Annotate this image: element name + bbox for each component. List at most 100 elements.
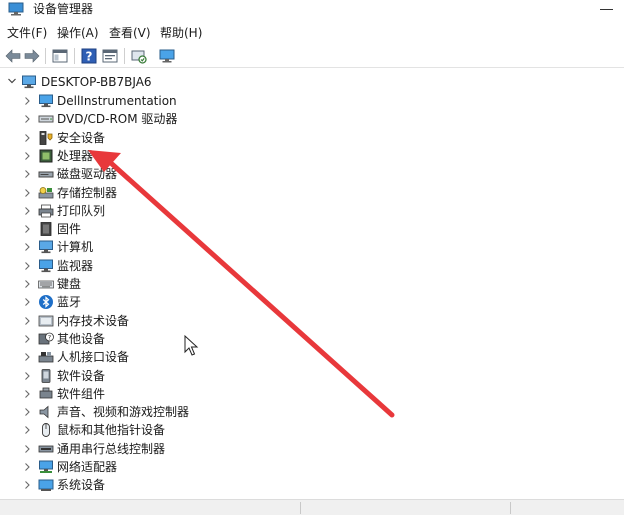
other-device-icon: ? [38,332,54,345]
storage-controller-icon [38,186,54,198]
firmware-icon [40,222,52,236]
dvd-drive-icon [38,115,54,123]
monitor-icon[interactable] [158,47,176,65]
tree-item[interactable]: 人机接口设备 [0,348,300,366]
tree-item[interactable]: 网络适配器 [0,458,300,476]
tree-item-label: 软件组件 [57,386,106,401]
chevron-right-icon[interactable] [22,206,32,216]
status-separator [300,502,301,514]
chevron-right-icon[interactable] [22,151,32,161]
forward-icon[interactable] [23,47,41,65]
tree-item-label: 固件 [57,222,82,237]
chevron-right-icon[interactable] [22,133,32,143]
tree-item[interactable]: 鼠标和其他指针设备 [0,421,300,439]
usb-icon [38,445,54,453]
show-hide-console-tree-icon[interactable] [51,47,69,65]
tree-item[interactable]: DellInstrumentation [0,92,300,110]
tree-item[interactable]: DVD/CD-ROM 驱动器 [0,110,300,128]
tree-item[interactable]: ? 其他设备 [0,330,300,348]
tree-item-label: 蓝牙 [57,295,82,310]
chevron-right-icon[interactable] [22,261,32,271]
tree-item[interactable]: 声音、视频和游戏控制器 [0,403,300,421]
chevron-right-icon[interactable] [22,114,32,124]
tree-item[interactable]: 处理器 [0,147,300,165]
svg-text:?: ? [86,50,93,64]
chevron-right-icon[interactable] [22,169,32,179]
tree-item[interactable]: 计算机 [0,238,300,256]
tree-item[interactable]: 打印队列 [0,202,300,220]
menu-file[interactable]: 文件(F) [7,26,47,40]
speaker-icon [39,405,49,419]
mouse-icon [42,423,50,438]
title-bar: 设备管理器 [0,0,624,22]
status-bar [0,499,624,515]
tree-item-label: 鼠标和其他指针设备 [57,423,166,438]
tree-item[interactable]: 软件设备 [0,367,300,385]
chevron-right-icon[interactable] [22,188,32,198]
chevron-right-icon[interactable] [22,334,32,344]
keyboard-icon [38,280,54,289]
tree-item[interactable]: 磁盘驱动器 [0,165,300,183]
tree-item[interactable]: 安全设备 [0,129,300,147]
chevron-right-icon[interactable] [22,224,32,234]
chevron-right-icon[interactable] [22,444,32,454]
tree-item[interactable]: 存储控制器 [0,184,300,202]
chevron-down-icon[interactable] [7,76,17,86]
status-separator [510,502,511,514]
software-component-icon [39,387,53,399]
scan-hardware-icon[interactable] [130,47,148,65]
chevron-right-icon[interactable] [22,352,32,362]
chevron-right-icon[interactable] [22,96,32,106]
computer-icon [22,75,36,89]
toolbar: ? [0,44,624,68]
tree-item[interactable]: 通用串行总线控制器 [0,440,300,458]
back-icon[interactable] [4,47,22,65]
toolbar-separator [74,48,75,64]
tree-item-label: 处理器 [57,148,94,163]
device-manager-icon [8,2,24,16]
menu-bar: 文件(F) 操作(A) 查看(V) 帮助(H) [0,22,624,44]
chevron-right-icon[interactable] [22,279,32,289]
disk-drive-icon [38,171,54,178]
computer-name: DESKTOP-BB7BJA6 [41,75,152,89]
properties-icon[interactable] [101,47,119,65]
tree-item[interactable]: 内存技术设备 [0,312,300,330]
tree-item[interactable]: 固件 [0,220,300,238]
tree-item[interactable]: 系统设备 [0,476,300,494]
help-icon[interactable]: ? [80,47,98,65]
tree-item[interactable]: 软件组件 [0,385,300,403]
chevron-right-icon[interactable] [22,425,32,435]
device-tree: DESKTOP-BB7BJA6 DellInstrumentation DVD/C… [0,69,624,499]
menu-action[interactable]: 操作(A) [57,26,99,40]
chevron-right-icon[interactable] [22,462,32,472]
tree-item-label: 计算机 [57,240,94,255]
tree-item-label: 打印队列 [57,203,106,218]
tree-item-label: DVD/CD-ROM 驱动器 [57,112,178,127]
chevron-right-icon[interactable] [22,407,32,417]
system-device-icon [38,479,54,492]
tree-item-label: 磁盘驱动器 [57,167,118,182]
chevron-right-icon[interactable] [22,480,32,490]
chevron-right-icon[interactable] [22,297,32,307]
toolbar-separator [124,48,125,64]
chevron-right-icon[interactable] [22,389,32,399]
tree-item[interactable]: 监视器 [0,257,300,275]
menu-help[interactable]: 帮助(H) [160,26,202,40]
chevron-right-icon[interactable] [22,316,32,326]
tree-item-label: 键盘 [57,277,82,291]
tree-root[interactable]: DESKTOP-BB7BJA6 [0,73,200,91]
memory-device-icon [38,315,54,326]
minimize-button[interactable] [600,9,613,10]
security-device-icon [39,130,53,145]
tree-item[interactable]: 蓝牙 [0,293,300,311]
tree-item[interactable]: 键盘 [0,275,300,293]
monitor-icon [39,259,53,272]
tree-item-label: 存储控制器 [57,185,118,200]
menu-view[interactable]: 查看(V) [109,26,151,40]
chevron-right-icon[interactable] [22,242,32,252]
tree-item-label: 软件设备 [57,368,106,383]
tree-item-label: 人机接口设备 [57,350,130,365]
chevron-right-icon[interactable] [22,371,32,381]
tree-item-label: 监视器 [57,258,94,273]
tree-item-label: 通用串行总线控制器 [57,441,166,456]
